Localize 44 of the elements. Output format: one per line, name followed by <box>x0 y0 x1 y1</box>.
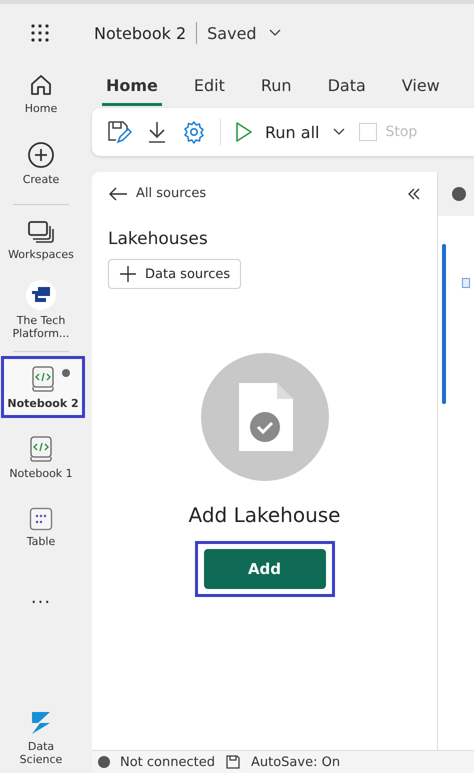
play-icon <box>235 121 253 143</box>
document-check-icon <box>200 353 328 481</box>
stacked-windows-icon <box>27 220 55 244</box>
ribbon-tab[interactable]: Data <box>324 70 370 106</box>
table-icon <box>29 506 53 530</box>
status-dot <box>98 756 110 768</box>
plus-circle-icon <box>27 140 55 168</box>
sidebar-item[interactable]: Table <box>1 496 81 558</box>
sidebar-item[interactable]: Data Science <box>1 707 81 769</box>
collapse-icon[interactable] <box>407 188 421 200</box>
notebook-icon <box>29 434 53 462</box>
sidebar-item[interactable]: Notebook 1 <box>1 426 81 488</box>
checkbox-icon <box>462 278 470 288</box>
sidebar-item[interactable]: Notebook 2 <box>1 356 85 418</box>
ribbon-tab[interactable]: View <box>398 70 444 106</box>
notebook-icon <box>31 364 55 392</box>
chevron-down-icon[interactable] <box>333 128 346 136</box>
ribbon-tab[interactable]: Edit <box>190 70 229 106</box>
data-science-logo-icon <box>30 710 52 736</box>
add-data-sources-button[interactable]: Data sources <box>108 259 242 289</box>
plus-icon <box>119 265 137 283</box>
sidebar-item[interactable]: Workspaces <box>1 209 81 271</box>
run-all-button[interactable]: Run all <box>235 121 320 143</box>
saved-status-dropdown[interactable]: Saved <box>207 24 281 42</box>
sidebar-item[interactable]: Create <box>1 132 81 194</box>
sidebar-item[interactable]: Home <box>1 62 81 124</box>
all-sources-link[interactable]: All sources <box>108 186 206 201</box>
sidebar-item[interactable]: ... <box>1 566 81 628</box>
app-launcher-icon[interactable] <box>30 23 50 43</box>
download-icon[interactable] <box>146 119 168 145</box>
chevron-down-icon <box>268 29 281 37</box>
connection-status: Not connected <box>120 754 215 770</box>
empty-state-title: Add Lakehouse <box>188 503 340 527</box>
section-heading: Lakehouses <box>108 229 209 249</box>
add-button[interactable]: Add <box>204 549 326 589</box>
back-arrow-icon <box>108 186 128 200</box>
save-icon <box>224 754 241 770</box>
workspace-logo-icon <box>26 280 56 310</box>
notebook-title: Notebook 2 <box>94 24 186 42</box>
ribbon-tab[interactable]: Run <box>256 70 296 106</box>
settings-icon[interactable] <box>182 120 206 144</box>
save-edit-icon[interactable] <box>106 119 132 145</box>
sidebar-item[interactable]: The Tech Platform... <box>1 279 81 341</box>
autosave-status: AutoSave: On <box>250 754 340 770</box>
